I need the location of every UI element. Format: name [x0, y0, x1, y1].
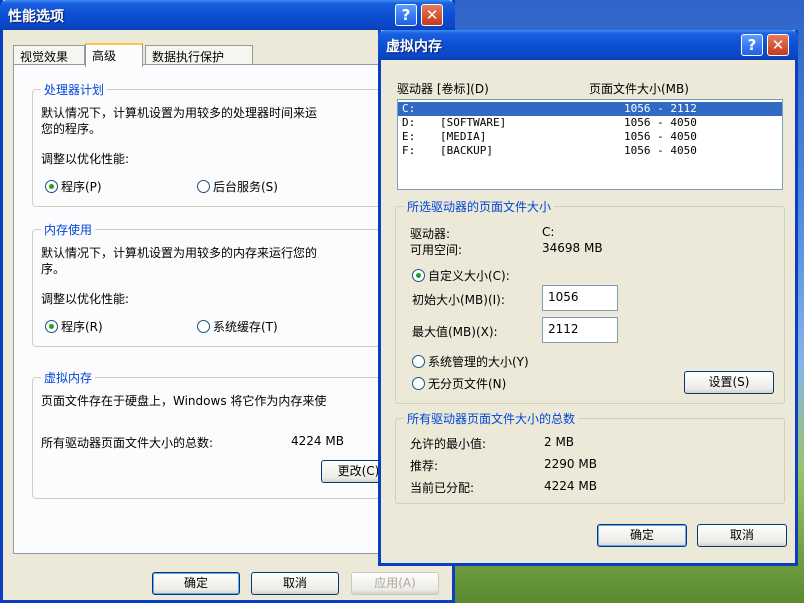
drive-letter: E:: [402, 130, 416, 143]
radio-selected-icon: [45, 180, 58, 193]
radio-programs-memory[interactable]: 程序(R): [45, 318, 103, 335]
radio-programs-processor[interactable]: 程序(P): [45, 178, 102, 195]
close-icon[interactable]: ✕: [421, 4, 443, 26]
perf-ok-button[interactable]: 确定: [152, 572, 240, 595]
totals-group-title: 所有驱动器页面文件大小的总数: [404, 410, 579, 427]
processor-adjust-label: 调整以优化性能:: [41, 152, 130, 166]
max-size-label: 最大值(MB)(X):: [412, 325, 498, 339]
virtual-total-value: 4224 MB: [291, 434, 344, 448]
initial-size-label: 初始大小(MB)(I):: [412, 293, 505, 307]
drive-list-row[interactable]: C: 1056 - 2112: [398, 102, 782, 116]
radio-system-cache-label: 系统缓存(T): [213, 320, 278, 334]
drive-list-row[interactable]: E: [MEDIA] 1056 - 4050: [398, 130, 782, 144]
virtual-desc: 页面文件存在于硬盘上，Windows 将它作为内存来使: [41, 394, 327, 408]
virtual-total-label: 所有驱动器页面文件大小的总数:: [41, 436, 214, 450]
radio-programs-label: 程序(P): [61, 180, 102, 194]
radio-custom-size-label: 自定义大小(C):: [428, 269, 510, 283]
drive-label: [BACKUP]: [440, 144, 493, 157]
perf-apply-button[interactable]: 应用(A): [351, 572, 439, 595]
tab-visual-effects[interactable]: 视觉效果: [13, 45, 85, 65]
radio-custom-size[interactable]: 自定义大小(C):: [412, 267, 510, 284]
help-icon[interactable]: ?: [395, 4, 417, 26]
radio-selected-icon: [412, 269, 425, 282]
drive-label: [SOFTWARE]: [440, 116, 507, 129]
drive-list[interactable]: C: 1056 - 2112 D: [SOFTWARE] 1056 - 4050…: [397, 99, 783, 190]
drive-pagefile-size: 1056 - 2112: [624, 102, 697, 115]
drive-column-header: 驱动器 [卷标](D): [397, 82, 489, 96]
radio-unselected-icon: [197, 180, 210, 193]
memory-usage-group: 内存使用 默认情况下，计算机设置为用较多的内存来运行您的 序。 调整以优化性能:…: [32, 221, 432, 347]
drive-pagefile-size: 1056 - 4050: [624, 130, 697, 143]
radio-system-cache[interactable]: 系统缓存(T): [197, 318, 278, 335]
drive-field-value: C:: [542, 225, 555, 239]
recommended-label: 推荐:: [410, 459, 439, 473]
radio-background-services[interactable]: 后台服务(S): [197, 178, 278, 195]
drive-pagefile-size: 1056 - 4050: [624, 144, 697, 157]
perf-window-title: 性能选项: [8, 9, 64, 25]
processor-group-title: 处理器计划: [41, 81, 108, 98]
radio-no-paging-file[interactable]: 无分页文件(N): [412, 375, 506, 392]
selected-group-title: 所选驱动器的页面文件大小: [404, 198, 555, 215]
drive-letter: F:: [402, 144, 416, 157]
free-space-value: 34698 MB: [542, 241, 603, 255]
recommended-value: 2290 MB: [544, 457, 597, 471]
close-icon[interactable]: ✕: [767, 34, 789, 56]
vm-ok-button[interactable]: 确定: [597, 524, 687, 547]
drive-list-row[interactable]: F: [BACKUP] 1056 - 4050: [398, 144, 782, 158]
memory-adjust-label: 调整以优化性能:: [41, 292, 130, 306]
help-icon[interactable]: ?: [741, 34, 763, 56]
virtual-group-title: 虚拟内存: [41, 369, 96, 386]
processor-desc-line2: 您的程序。: [41, 122, 102, 136]
processor-scheduling-group: 处理器计划 默认情况下，计算机设置为用较多的处理器时间来运 您的程序。 调整以优…: [32, 81, 432, 207]
memory-group-title: 内存使用: [41, 221, 96, 238]
radio-system-managed[interactable]: 系统管理的大小(Y): [412, 353, 529, 370]
drive-pagefile-size: 1056 - 4050: [624, 116, 697, 129]
perf-cancel-button[interactable]: 取消: [251, 572, 339, 595]
drive-field-label: 驱动器:: [410, 227, 451, 241]
radio-background-label: 后台服务(S): [213, 180, 278, 194]
vm-cancel-button[interactable]: 取消: [697, 524, 787, 547]
radio-selected-icon: [45, 320, 58, 333]
initial-size-input[interactable]: 1056: [542, 285, 618, 311]
selected-drive-group: 所选驱动器的页面文件大小 驱动器: C: 可用空间: 34698 MB 自定义大…: [395, 198, 785, 404]
size-column-header: 页面文件大小(MB): [589, 82, 689, 96]
free-space-label: 可用空间:: [410, 243, 463, 257]
min-allowed-label: 允许的最小值:: [410, 437, 487, 451]
vm-dialog-title: 虚拟内存: [386, 39, 442, 55]
min-allowed-value: 2 MB: [544, 435, 575, 449]
totals-group: 所有驱动器页面文件大小的总数 允许的最小值: 2 MB 推荐: 2290 MB …: [395, 410, 785, 504]
radio-system-managed-label: 系统管理的大小(Y): [428, 355, 529, 369]
radio-unselected-icon: [197, 320, 210, 333]
drive-list-row[interactable]: D: [SOFTWARE] 1056 - 4050: [398, 116, 782, 130]
drive-label: [MEDIA]: [440, 130, 487, 143]
drive-letter: C:: [402, 102, 416, 115]
vm-titlebar[interactable]: 虚拟内存 ? ✕: [378, 30, 798, 60]
virtual-memory-dialog: 虚拟内存 ? ✕ 驱动器 [卷标](D) 页面文件大小(MB) C: 1056 …: [378, 30, 798, 566]
virtual-memory-group: 虚拟内存 页面文件存在于硬盘上，Windows 将它作为内存来使 所有驱动器页面…: [32, 369, 432, 499]
tab-advanced[interactable]: 高级: [85, 43, 143, 67]
radio-unselected-icon: [412, 355, 425, 368]
radio-no-paging-label: 无分页文件(N): [428, 377, 507, 391]
tab-dep[interactable]: 数据执行保护: [145, 45, 253, 65]
memory-desc-line2: 序。: [41, 262, 66, 276]
currently-allocated-value: 4224 MB: [544, 479, 597, 493]
max-size-input[interactable]: 2112: [542, 317, 618, 343]
set-button[interactable]: 设置(S): [684, 371, 774, 394]
currently-allocated-label: 当前已分配:: [410, 481, 475, 495]
drive-letter: D:: [402, 116, 416, 129]
radio-programs-memory-label: 程序(R): [61, 320, 103, 334]
memory-desc-line1: 默认情况下，计算机设置为用较多的内存来运行您的: [41, 246, 318, 260]
perf-titlebar[interactable]: 性能选项 ? ✕: [0, 0, 455, 30]
processor-desc-line1: 默认情况下，计算机设置为用较多的处理器时间来运: [41, 106, 318, 120]
radio-unselected-icon: [412, 377, 425, 390]
